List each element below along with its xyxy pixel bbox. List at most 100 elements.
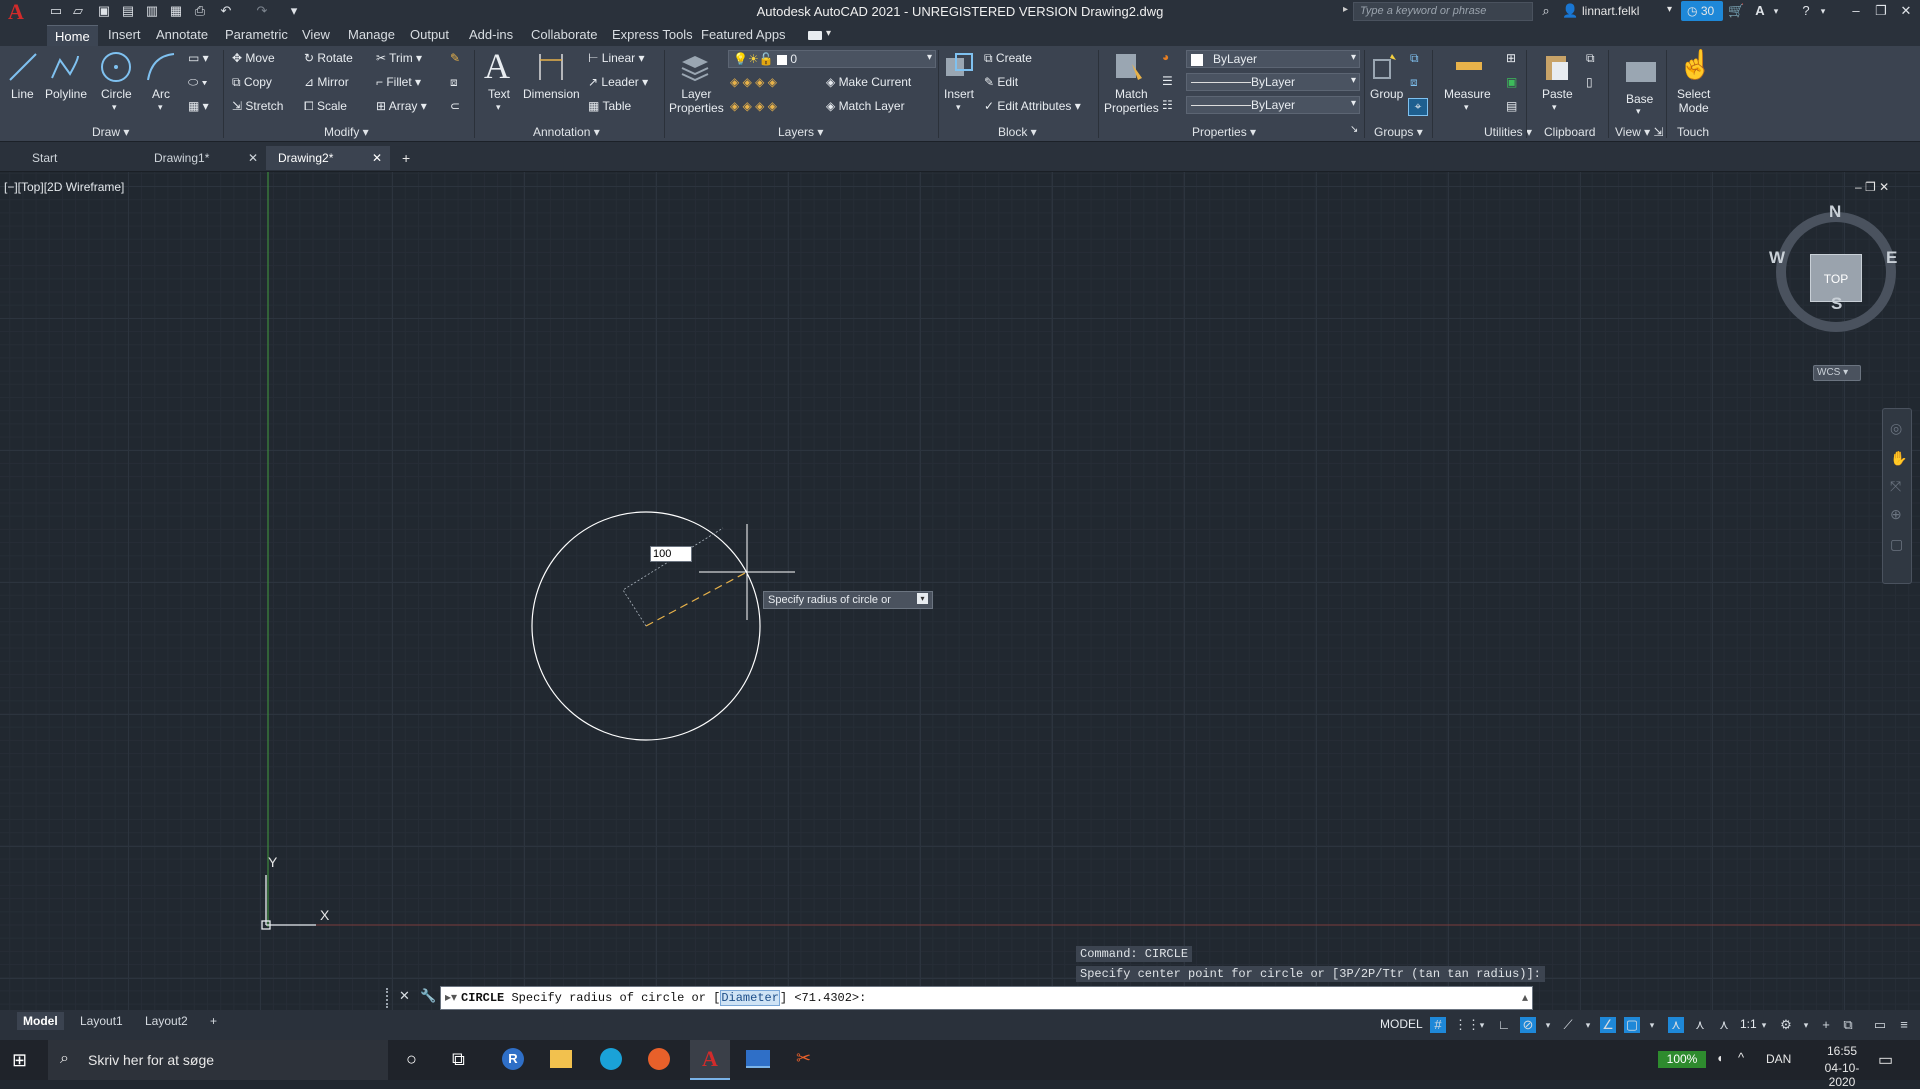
measure-button[interactable]: Measure (1444, 87, 1491, 101)
rectangle-icon[interactable]: ▭ ▾ (188, 51, 209, 65)
stretch-button[interactable]: ⇲ Stretch (232, 99, 283, 113)
arc-icon[interactable] (144, 50, 178, 84)
copy-clip-icon[interactable]: ⧉ (1586, 51, 1595, 66)
command-customize-icon[interactable]: 🔧 (420, 988, 436, 1004)
dimension-button[interactable]: Dimension (523, 87, 580, 101)
viewcube-north[interactable]: N (1829, 202, 1841, 222)
zoom-extents-icon[interactable]: ⤧ (1890, 478, 1901, 495)
file-explorer-icon[interactable] (550, 1050, 572, 1068)
text-icon[interactable]: A (484, 48, 510, 84)
command-line-grip[interactable] (386, 988, 392, 1008)
annotation-visibility-icon[interactable]: ⋏ (1668, 1017, 1684, 1033)
tab-add-ins[interactable]: Add-ins (469, 27, 513, 42)
file-tab-drawing2[interactable]: Drawing2* ✕ (266, 146, 390, 170)
model-space-toggle[interactable]: MODEL (1380, 1017, 1423, 1031)
select-mode-icon[interactable]: ☝ (1678, 48, 1713, 81)
properties-launcher-icon[interactable]: ↘ (1350, 124, 1358, 135)
insert-button[interactable]: Insert (944, 87, 974, 101)
paste-dropdown-icon[interactable]: ▾ (1552, 102, 1557, 113)
tooltip-options-icon[interactable]: ▾ (917, 593, 928, 604)
grid-icon[interactable]: # (1430, 1017, 1446, 1033)
tab-home[interactable]: Home (47, 25, 98, 46)
scale-dropdown-icon[interactable]: ▾ (1756, 1017, 1772, 1033)
clean-screen-icon[interactable]: ▭ (1872, 1017, 1888, 1033)
edit-block-button[interactable]: ✎ Edit (984, 75, 1018, 89)
match-properties-icon[interactable] (1112, 50, 1146, 84)
annotation-scale-value[interactable]: 1:1 (1740, 1017, 1757, 1031)
close-tab-icon[interactable]: ✕ (372, 146, 382, 170)
tab-manage[interactable]: Manage (348, 27, 395, 42)
viewcube-east[interactable]: E (1886, 248, 1897, 268)
circle-dropdown-icon[interactable]: ▾ (112, 102, 117, 113)
boundary-icon[interactable]: ▦ ▾ (188, 99, 209, 113)
leader-button[interactable]: ↗ Leader ▾ (588, 75, 648, 89)
ortho-icon[interactable]: ∟ (1496, 1017, 1512, 1033)
arc-button[interactable]: Arc (152, 87, 170, 101)
linetype-icon[interactable]: ☰ (1162, 74, 1173, 88)
color-dropdown[interactable]: ByLayer ▾ (1186, 50, 1360, 68)
line-button[interactable]: Line (11, 87, 34, 101)
layer-dropdown[interactable]: 💡☀🔓 0 ▾ (728, 50, 936, 68)
auto-scale-icon[interactable]: ⋏ (1692, 1017, 1708, 1033)
text-dropdown-icon[interactable]: ▾ (496, 102, 501, 113)
tab-annotate[interactable]: Annotate (156, 27, 208, 42)
tab-insert[interactable]: Insert (108, 27, 141, 42)
panel-utilities[interactable]: Utilities ▾ (1484, 124, 1532, 140)
panel-properties[interactable]: Properties ▾ (1192, 124, 1256, 140)
edge-browser-icon[interactable] (600, 1048, 622, 1070)
panel-annotation[interactable]: Annotation ▾ (533, 124, 600, 140)
recent-commands-icon[interactable]: ▸▾ (441, 991, 461, 1005)
close-icon[interactable]: ✕ (1898, 3, 1914, 19)
autodesk-app-icon[interactable]: A (1752, 3, 1768, 19)
layer-properties-icon[interactable] (678, 50, 712, 84)
group-selection-icon[interactable]: ⌖ (1408, 98, 1428, 116)
linear-button[interactable]: ⊢ Linear ▾ (588, 51, 645, 65)
layer-tools-row-2[interactable]: ◈ ◈ ◈ ◈ (730, 99, 777, 113)
table-button[interactable]: ▦ Table (588, 99, 631, 113)
polar-tracking-icon[interactable]: ⊘ (1520, 1017, 1536, 1033)
isolate-objects-icon[interactable]: ⧉ (1840, 1017, 1856, 1033)
file-tab-drawing1[interactable]: Drawing1* ✕ (142, 146, 266, 170)
windows-start-icon[interactable]: ⊞ (12, 1050, 32, 1070)
arc-dropdown-icon[interactable]: ▾ (158, 102, 163, 113)
ribbon-minimize-toggle[interactable] (808, 31, 822, 40)
diameter-option[interactable]: Diameter (720, 990, 780, 1006)
offset-icon[interactable]: ⊂ (450, 99, 460, 113)
system-tray-icon[interactable]: ◖ (1716, 1051, 1723, 1065)
clock-date[interactable]: 04-10-2020 (1812, 1061, 1872, 1089)
copy-button[interactable]: ⧉ Copy (232, 75, 272, 90)
action-center-icon[interactable]: ▭ (1878, 1050, 1893, 1070)
help-search-input[interactable]: Type a keyword or phrase (1353, 2, 1533, 21)
cortana-icon[interactable]: ○ (406, 1049, 417, 1070)
isodraft-dropdown-icon[interactable]: ▾ (1580, 1017, 1596, 1033)
file-tab-start[interactable]: Start (20, 146, 145, 170)
panel-draw[interactable]: Draw ▾ (92, 124, 129, 140)
polyline-icon[interactable] (48, 50, 82, 84)
group-tools-icon[interactable]: ⧉ (1410, 51, 1419, 66)
command-line-input[interactable]: ▸▾ CIRCLE Specify radius of circle or [Di… (440, 986, 1533, 1010)
command-close-icon[interactable]: ✕ (399, 988, 410, 1004)
linetype-dropdown[interactable]: ByLayer ▾ (1186, 73, 1360, 91)
tab-featured-apps[interactable]: Featured Apps (701, 27, 786, 42)
trial-badge[interactable]: ◷ 30 (1681, 1, 1723, 21)
annotation-scale-icon[interactable]: ⋏ (1716, 1017, 1732, 1033)
panel-clipboard[interactable]: Clipboard (1544, 124, 1595, 140)
layer-properties-button[interactable]: Layer Properties (669, 87, 724, 115)
tab-parametric[interactable]: Parametric (225, 27, 288, 42)
object-snap-tracking-icon[interactable]: ∠ (1600, 1017, 1616, 1033)
drawing-canvas[interactable]: [−][Top][2D Wireframe] – ❐ ✕ Y X 100 Spe… (0, 172, 1920, 1010)
clock-time[interactable]: 16:55 (1812, 1044, 1872, 1058)
steering-wheel-icon[interactable]: ◎ (1890, 420, 1902, 437)
hatch-icon[interactable]: ⬭ ▾ (188, 75, 207, 90)
close-tab-icon[interactable]: ✕ (248, 146, 258, 170)
showmotion-icon[interactable]: ▢ (1890, 536, 1903, 553)
tab-view[interactable]: View (302, 27, 330, 42)
fillet-button[interactable]: ⌐ Fillet ▾ (376, 75, 421, 89)
restore-icon[interactable]: ❐ (1873, 3, 1889, 19)
ungroup-icon[interactable]: ⧈ (1410, 75, 1418, 90)
command-history-toggle-icon[interactable]: ▴ (1522, 987, 1528, 1009)
polar-dropdown-icon[interactable]: ▾ (1540, 1017, 1556, 1033)
cart-icon[interactable]: 🛒 (1728, 3, 1744, 19)
layout-tab-layout1[interactable]: Layout1 (74, 1012, 129, 1030)
array-button[interactable]: ⊞ Array ▾ (376, 99, 427, 113)
